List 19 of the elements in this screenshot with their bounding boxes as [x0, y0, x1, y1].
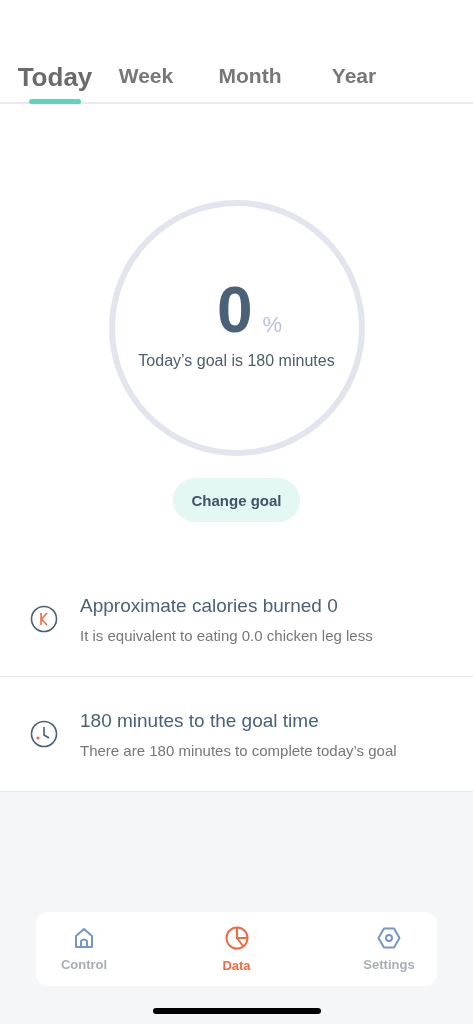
stat-title: Approximate calories burned 0: [80, 594, 339, 617]
stat-subtitle: There are 180 minutes to complete today’s goal: [80, 741, 397, 759]
settings-icon: [377, 926, 401, 949]
calories-icon: [30, 605, 58, 633]
goal-text: Today’s goal is 180 minutes: [138, 352, 335, 370]
tab[interactable]: Today: [16, 56, 94, 104]
change-goal-button[interactable]: Change goal: [173, 478, 300, 522]
clock-icon: [30, 720, 58, 748]
progress-value: 0: [216, 278, 253, 342]
stat-subtitle: It is equivalent to eating 0.0 chicken leg less: [80, 626, 373, 644]
percent-unit: %: [262, 312, 283, 338]
tab[interactable]: Week: [94, 56, 198, 88]
tab[interactable]: Year: [302, 56, 406, 88]
nav-item[interactable]: Control: [52, 926, 116, 972]
nav-item[interactable]: Data: [204, 925, 269, 973]
home-icon: [74, 926, 94, 949]
stat-title: 180 minutes to the goal time: [80, 709, 320, 732]
pie-chart-icon: [224, 925, 249, 950]
tab[interactable]: Month: [198, 56, 302, 88]
